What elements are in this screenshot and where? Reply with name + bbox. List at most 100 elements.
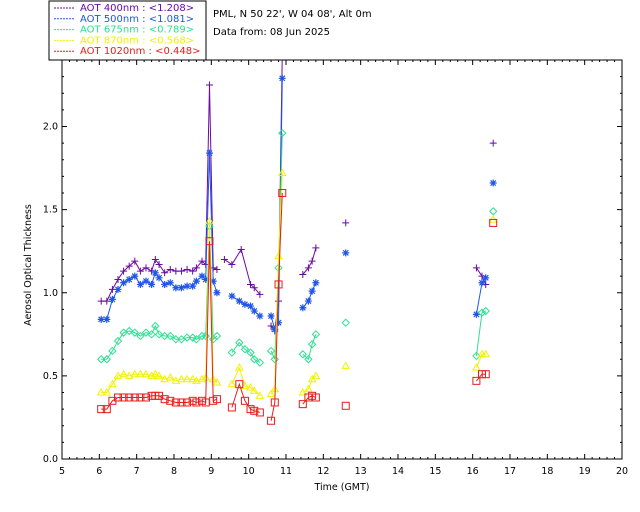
data-point xyxy=(177,284,185,292)
series-line xyxy=(101,221,218,393)
y-tick-label: 1.0 xyxy=(43,288,58,299)
y-tick-label: 1.5 xyxy=(43,205,58,216)
data-point xyxy=(151,269,159,277)
data-point xyxy=(247,302,255,310)
legend: AOT 400nm : <1.208>AOT 500nm : <1.081>AO… xyxy=(48,0,207,61)
plot-frame xyxy=(61,59,623,460)
data-point xyxy=(131,272,139,280)
y-tick-label: 2.0 xyxy=(43,122,58,133)
series-5 xyxy=(97,189,498,425)
series-line xyxy=(231,341,261,364)
data-point xyxy=(148,280,156,288)
x-tick-label: 17 xyxy=(504,466,516,477)
data-point xyxy=(189,282,197,290)
data-point xyxy=(114,275,122,283)
data-point xyxy=(304,297,312,305)
data-point xyxy=(341,401,350,410)
site-info: PML, N 50 22', W 04 08', Alt 0m xyxy=(213,9,372,20)
legend-label: AOT 400nm : <1.208> xyxy=(80,3,194,14)
data-point xyxy=(311,371,321,379)
data-point xyxy=(267,312,275,320)
series-4 xyxy=(96,168,498,399)
data-point xyxy=(312,279,320,287)
data-point xyxy=(342,219,350,227)
y-axis: 0.0 0.5 1.0 1.5 2.0 xyxy=(43,76,622,465)
aot-chart: AOT 400nm : <1.208>AOT 500nm : <1.081>AO… xyxy=(23,0,628,493)
data-point xyxy=(142,277,150,285)
x-tick-label: 5 xyxy=(59,466,65,477)
data-point xyxy=(250,307,258,315)
data-point xyxy=(192,277,200,285)
data-point xyxy=(489,179,497,187)
legend-label: AOT 675nm : <0.789> xyxy=(80,25,194,36)
x-tick-label: 18 xyxy=(541,466,553,477)
data-point xyxy=(142,264,150,272)
data-point xyxy=(166,265,174,273)
x-axis-label: Time (GMT) xyxy=(313,482,369,493)
data-point xyxy=(213,289,221,297)
data-point xyxy=(108,295,116,303)
y-tick-label: 0.0 xyxy=(43,454,58,465)
data-point xyxy=(489,139,497,147)
x-tick-label: 15 xyxy=(429,466,441,477)
legend-label: AOT 1020nm : <0.448> xyxy=(80,46,200,57)
data-point xyxy=(120,279,128,287)
x-tick-label: 19 xyxy=(579,466,591,477)
data-point xyxy=(161,269,169,277)
data-point xyxy=(278,74,286,82)
x-tick-label: 8 xyxy=(171,466,177,477)
data-point xyxy=(228,292,236,300)
data-point xyxy=(308,287,316,295)
data-point xyxy=(205,81,213,89)
legend-label: AOT 500nm : <1.081> xyxy=(80,14,194,25)
series-layer xyxy=(96,48,498,425)
y-tick-label: 0.5 xyxy=(43,371,58,382)
x-tick-label: 11 xyxy=(280,466,292,477)
data-point xyxy=(237,246,245,254)
data-point xyxy=(478,279,486,287)
data-point xyxy=(312,244,320,252)
data-point xyxy=(482,274,490,282)
series-line xyxy=(101,84,218,302)
series-line xyxy=(475,310,486,356)
data-point xyxy=(342,249,350,257)
x-tick-label: 10 xyxy=(243,466,255,477)
data-point xyxy=(228,260,236,268)
series-2 xyxy=(97,74,497,333)
data-point xyxy=(183,265,191,273)
data-point xyxy=(256,312,264,320)
series-1 xyxy=(97,48,497,335)
data-point xyxy=(136,280,144,288)
data-point xyxy=(213,265,221,273)
x-tick-label: 7 xyxy=(134,466,140,477)
data-point xyxy=(488,207,498,216)
data-point xyxy=(177,267,185,275)
x-tick-label: 12 xyxy=(317,466,329,477)
data-point xyxy=(341,318,350,327)
x-tick-label: 14 xyxy=(392,466,404,477)
aot-chart-figure: AOT 400nm : <1.208> AOT 500nm : <1.081> AO… xyxy=(0,0,640,512)
x-tick-label: 9 xyxy=(208,466,214,477)
data-point xyxy=(114,285,122,293)
x-tick-label: 13 xyxy=(355,466,367,477)
data-point xyxy=(308,257,316,265)
data-point xyxy=(241,300,249,308)
legend-label: AOT 870nm : <0.568> xyxy=(80,35,194,46)
data-point xyxy=(125,275,133,283)
x-tick-label: 20 xyxy=(616,466,628,477)
data-point xyxy=(472,264,480,272)
data-point xyxy=(341,361,351,369)
data-point xyxy=(299,304,307,312)
data-point xyxy=(279,48,286,55)
date-info: Data from: 08 Jun 2025 xyxy=(213,27,330,38)
data-point xyxy=(103,315,111,323)
data-point xyxy=(166,279,174,287)
series-3 xyxy=(96,128,498,367)
series-line xyxy=(101,153,218,320)
x-tick-label: 16 xyxy=(467,466,479,477)
y-axis-label: Aerosol Optical Thickness xyxy=(23,204,34,326)
x-tick-label: 6 xyxy=(96,466,102,477)
data-point xyxy=(103,297,111,305)
data-point xyxy=(161,280,169,288)
data-point xyxy=(220,256,228,263)
